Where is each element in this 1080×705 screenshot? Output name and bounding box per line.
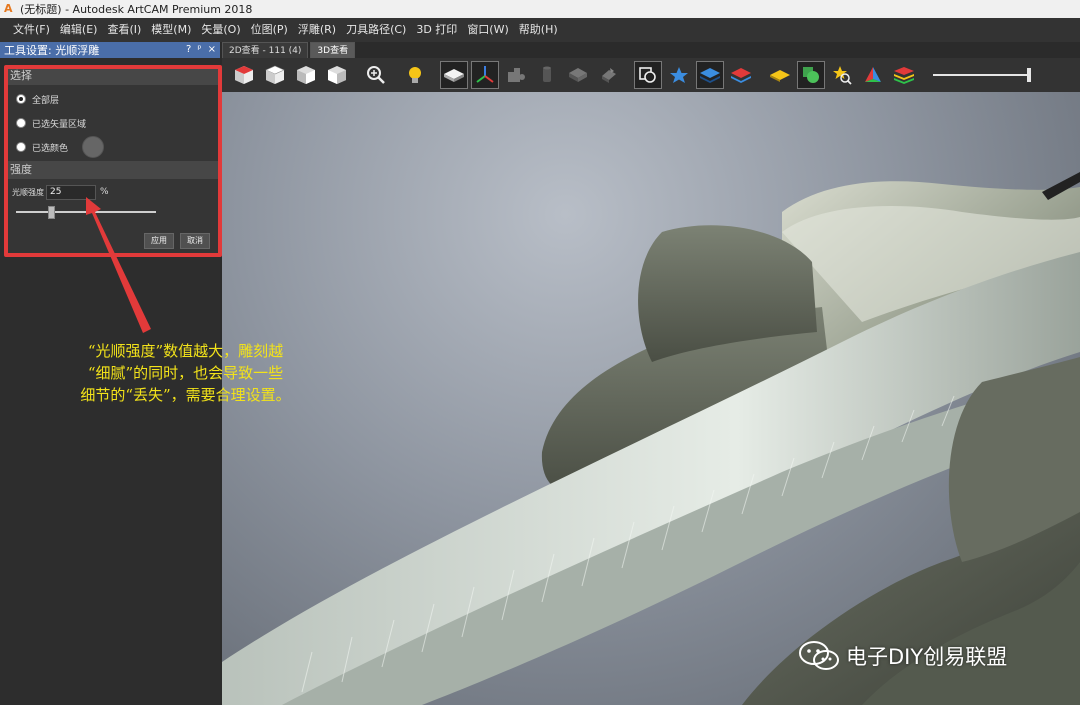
3d-viewport[interactable] [222, 92, 1080, 705]
menu-window[interactable]: 窗口(W) [462, 19, 513, 41]
menu-bitmap[interactable]: 位图(P) [246, 19, 293, 41]
option-selected-color[interactable]: 已选颜色 [6, 135, 220, 159]
strength-unit: % [100, 187, 109, 197]
yellow-plane-icon[interactable] [766, 61, 794, 89]
cancel-button[interactable]: 取消 [180, 233, 210, 249]
tab-3d-view[interactable]: 3D查看 [310, 42, 356, 58]
tab-2d-view[interactable]: 2D查看 - 111 (4) [222, 42, 309, 58]
menu-relief[interactable]: 浮雕(R) [293, 19, 341, 41]
red-layer-icon[interactable] [727, 61, 755, 89]
annotation-line-1: “光顺强度”数值越大，雕刻越 [87, 342, 284, 360]
annotation-line-3: 细节的“丢失”，需要合理设置。 [80, 386, 291, 404]
artcam-logo-icon: A [4, 2, 13, 15]
axes-icon[interactable] [471, 61, 499, 89]
select-section-header: 选择 [6, 67, 220, 85]
gray-surface-icon[interactable] [595, 61, 623, 89]
puzzle-icon[interactable] [502, 61, 530, 89]
option-all-layers-label: 全部层 [32, 95, 60, 106]
strength-row: 光顺强度 25 % [6, 181, 220, 203]
help-button[interactable]: ? [186, 42, 191, 58]
wechat-icon [799, 641, 839, 670]
pyramid-icon[interactable] [859, 61, 887, 89]
panel-title-bar: 工具设置: 光顺浮雕 ? ᵖ × [0, 42, 220, 58]
menu-edit[interactable]: 编辑(E) [55, 19, 103, 41]
menu-help[interactable]: 帮助(H) [514, 19, 563, 41]
strength-input[interactable]: 25 [46, 184, 96, 200]
window-title-bar: A (无标题) - Autodesk ArtCAM Premium 2018 [0, 0, 1080, 18]
option-all-layers[interactable]: 全部层 [6, 87, 220, 111]
panel-body: 选择 全部层 已选矢量区域 已选颜色 强度 光顺强度 25 % 应用 取消 [6, 67, 220, 255]
panel-title: 工具设置: 光顺浮雕 [4, 44, 100, 57]
radio-all-layers[interactable] [16, 94, 26, 104]
zoom-slider-track[interactable] [933, 68, 1031, 82]
strength-label: 光顺强度 [12, 187, 44, 197]
radio-selected-vectors[interactable] [16, 118, 26, 128]
view-tabs: 2D查看 - 111 (4) 3D查看 [222, 42, 356, 58]
green-shape-icon[interactable] [797, 61, 825, 89]
light-bulb-icon[interactable] [401, 61, 429, 89]
strength-section-header: 强度 [6, 161, 220, 179]
top-view-icon[interactable] [261, 61, 289, 89]
option-selected-color-label: 已选颜色 [32, 143, 69, 154]
rainbow-layers-icon[interactable] [890, 61, 918, 89]
blue-star-icon[interactable] [665, 61, 693, 89]
star-search-icon[interactable] [828, 61, 856, 89]
gray-block-icon[interactable] [564, 61, 592, 89]
pin-button[interactable]: ᵖ [197, 42, 201, 58]
relief-plane-icon[interactable] [440, 61, 468, 89]
menu-view[interactable]: 查看(I) [102, 19, 146, 41]
blue-layer-icon[interactable] [696, 61, 724, 89]
option-selected-vectors-label: 已选矢量区域 [32, 119, 87, 130]
zoom-slider-thumb[interactable] [1027, 68, 1031, 82]
option-selected-vectors[interactable]: 已选矢量区域 [6, 111, 220, 135]
side-view-icon[interactable] [323, 61, 351, 89]
annotation-line-2: “细腻”的同时，也会导致一些 [87, 364, 284, 382]
apply-button[interactable]: 应用 [144, 233, 174, 249]
menu-model[interactable]: 模型(M) [146, 19, 196, 41]
box-shape-icon[interactable] [634, 61, 662, 89]
strength-slider-track[interactable] [16, 211, 156, 213]
radio-selected-color[interactable] [16, 142, 26, 152]
menu-vector[interactable]: 矢量(O) [196, 19, 245, 41]
color-swatch[interactable] [82, 136, 105, 158]
iso-view-icon[interactable] [230, 61, 258, 89]
watermark-text: 电子DIY创易联盟 [846, 645, 1008, 669]
annotation-text: “光顺强度”数值越大，雕刻越 “细腻”的同时，也会导致一些 细节的“丢失”，需要… [48, 340, 323, 406]
menu-3d-print[interactable]: 3D 打印 [411, 19, 462, 41]
close-panel-button[interactable]: × [208, 42, 216, 58]
menu-bar: 文件(F) 编辑(E) 查看(I) 模型(M) 矢量(O) 位图(P) 浮雕(R… [0, 18, 1080, 42]
strength-slider-thumb[interactable] [48, 206, 55, 219]
relief-model-render [222, 172, 1080, 705]
watermark: 电子DIY创易联盟 [798, 640, 1007, 672]
cylinder-icon[interactable] [533, 61, 561, 89]
menu-file[interactable]: 文件(F) [8, 19, 55, 41]
zoom-icon[interactable] [362, 61, 390, 89]
window-title: (无标题) - Autodesk ArtCAM Premium 2018 [20, 3, 253, 16]
view-toolbar [222, 58, 1080, 92]
front-view-icon[interactable] [292, 61, 320, 89]
menu-toolpaths[interactable]: 刀具路径(C) [341, 19, 411, 41]
